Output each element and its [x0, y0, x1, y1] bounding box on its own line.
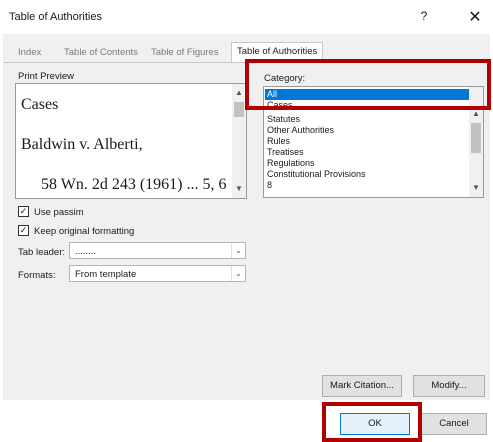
modify-button[interactable]: Modify...	[413, 375, 485, 397]
tab-index[interactable]: Index	[13, 44, 46, 61]
title-bar: Table of Authorities ? ✕	[0, 0, 493, 34]
category-item-constitutional-provisions[interactable]: Constitutional Provisions	[265, 169, 469, 180]
category-item-regulations[interactable]: Regulations	[265, 158, 469, 169]
scroll-thumb[interactable]	[234, 102, 244, 117]
chevron-down-icon[interactable]: ⌄	[231, 266, 245, 281]
preview-case-name: Baldwin v. Alberti,	[21, 136, 143, 153]
print-preview-label: Print Preview	[18, 71, 74, 82]
tab-table-of-figures[interactable]: Table of Figures	[146, 44, 224, 61]
preview-scrollbar[interactable]: ▲ ▼	[232, 84, 246, 198]
category-item-statutes[interactable]: Statutes	[265, 114, 469, 125]
preview-citation: 58 Wn. 2d 243 (1961) ... 5, 6	[41, 176, 227, 193]
formats-select[interactable]: From template ⌄	[69, 265, 246, 282]
formats-label: Formats:	[18, 270, 56, 281]
close-button[interactable]: ✕	[463, 7, 487, 27]
tab-leader-value: ........	[75, 246, 97, 257]
tab-leader-select[interactable]: ........ ⌄	[69, 242, 246, 259]
formats-value: From template	[75, 269, 137, 280]
category-item-8[interactable]: 8	[265, 180, 469, 191]
dialog-title: Table of Authorities	[9, 11, 102, 23]
keep-formatting-label: Keep original formatting	[34, 226, 135, 237]
scroll-thumb[interactable]	[471, 123, 481, 153]
print-preview-box: Cases Baldwin v. Alberti, 58 Wn. 2d 243 …	[15, 83, 247, 199]
scroll-up-icon[interactable]: ▲	[232, 86, 246, 100]
chevron-down-icon[interactable]: ⌄	[231, 243, 245, 258]
tab-leader-label: Tab leader:	[18, 247, 66, 258]
cancel-button[interactable]: Cancel	[421, 413, 487, 435]
category-item-rules[interactable]: Rules	[265, 136, 469, 147]
mark-citation-button[interactable]: Mark Citation...	[322, 375, 402, 397]
scroll-down-icon[interactable]: ▼	[469, 181, 483, 195]
ok-highlight-box	[322, 402, 422, 442]
category-item-other-authorities[interactable]: Other Authorities	[265, 125, 469, 136]
use-passim-checkbox[interactable]: ✓	[18, 206, 29, 217]
preview-heading: Cases	[21, 96, 59, 113]
help-button[interactable]: ?	[414, 9, 434, 27]
keep-formatting-checkbox[interactable]: ✓	[18, 225, 29, 236]
tab-table-of-contents[interactable]: Table of Contents	[59, 44, 143, 61]
category-highlight-box	[245, 59, 491, 110]
category-item-treatises[interactable]: Treatises	[265, 147, 469, 158]
use-passim-label: Use passim	[34, 207, 84, 218]
scroll-down-icon[interactable]: ▼	[232, 182, 246, 196]
